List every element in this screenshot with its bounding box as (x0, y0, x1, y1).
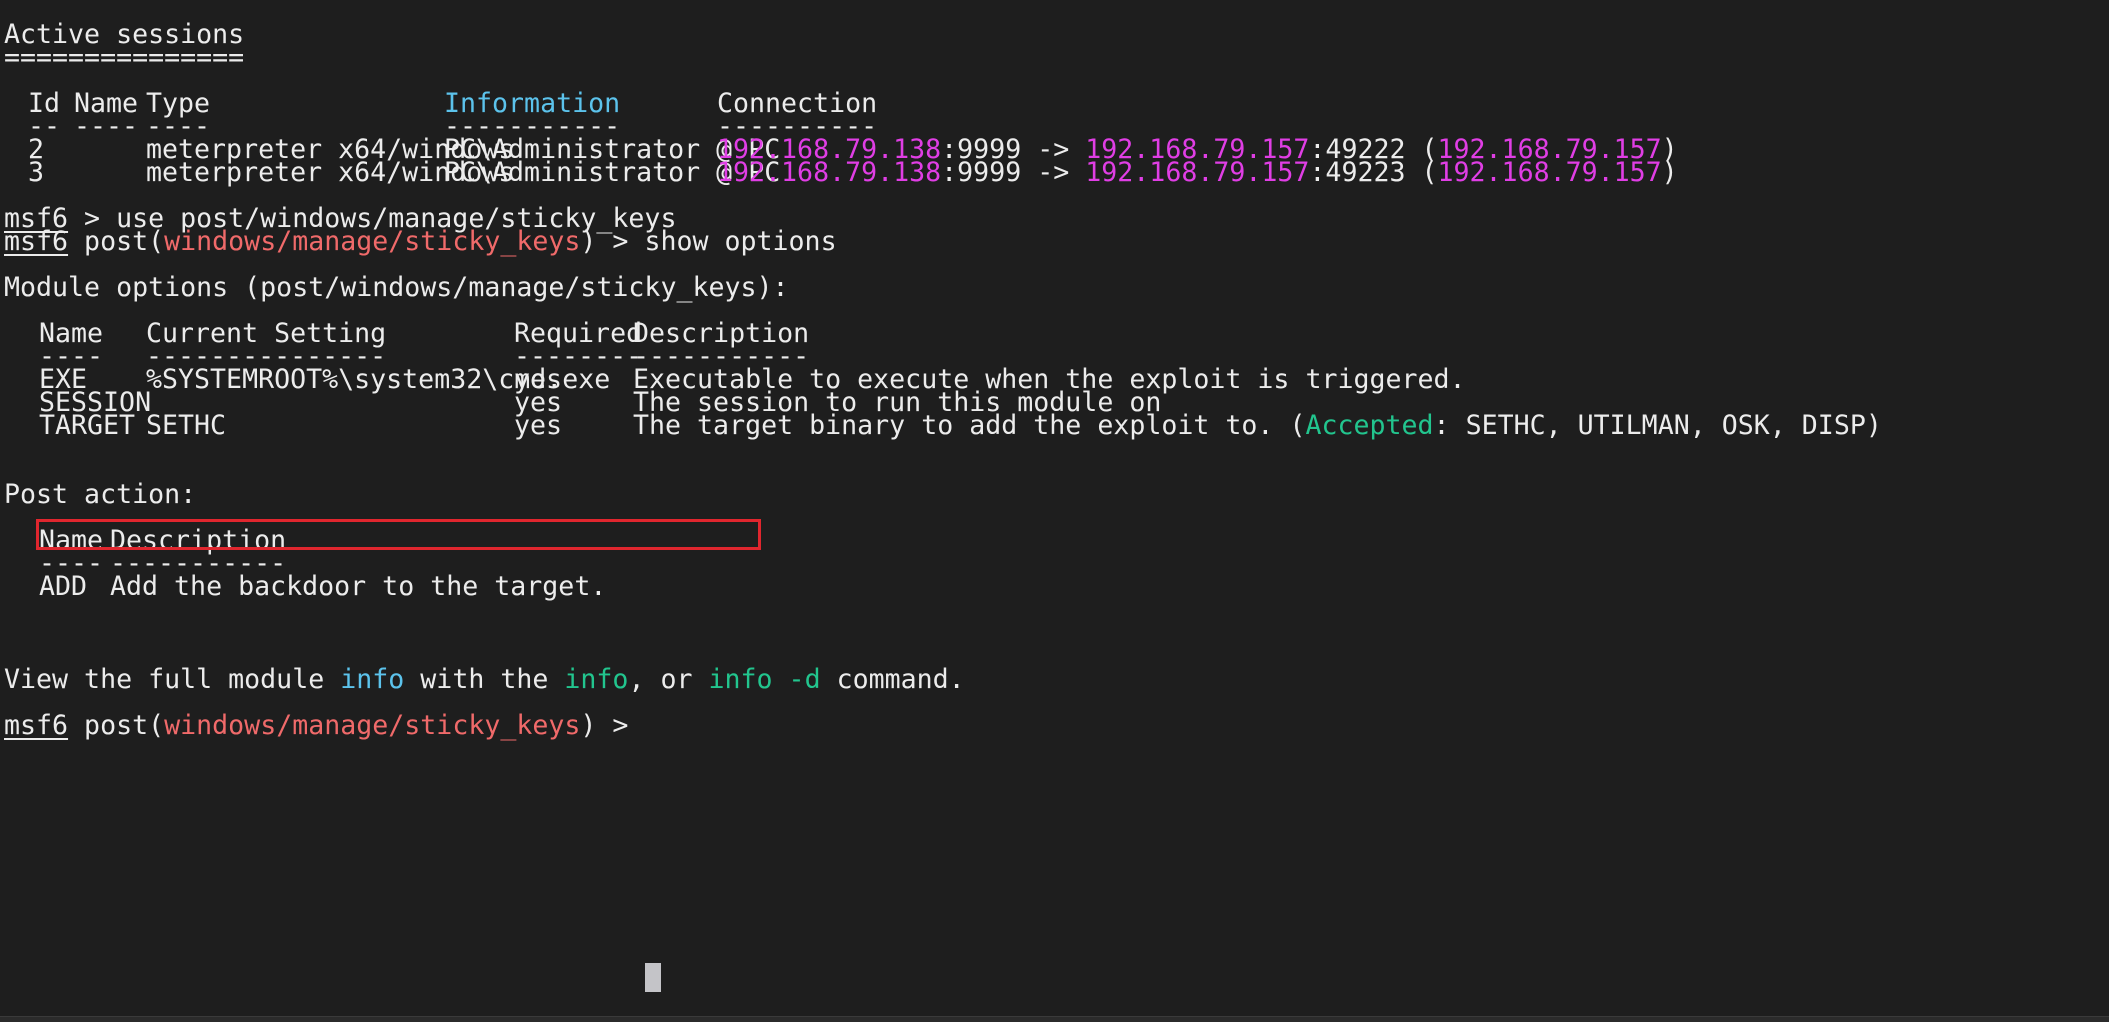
action-name: ADD (39, 571, 88, 602)
terminal-bottom-bar (0, 1016, 2109, 1022)
option-name: TARGET (39, 410, 136, 441)
session-id: 3 (28, 157, 45, 188)
post-open: post( (68, 710, 165, 741)
accepted-values: : SETHC, UTILMAN, OSK, DISP) (1433, 410, 1882, 441)
info-d-command: info -d (708, 664, 821, 695)
option-description: The target binary to add the exploit to.… (633, 411, 1882, 441)
option-setting: SETHC (146, 410, 227, 441)
session-connection: 192.168.79.138:9999 -> 192.168.79.157:49… (717, 158, 1678, 188)
command-text: show options (644, 226, 837, 257)
hint-text: command. (820, 664, 965, 695)
paren-close: ) (1661, 157, 1678, 188)
module-path: windows/manage/sticky_keys (164, 226, 581, 257)
remote-ip: 192.168.79.157 (1085, 157, 1310, 188)
info-keyword: info (340, 664, 405, 695)
info-command: info (564, 664, 629, 695)
post-close: ) > (580, 710, 645, 741)
post-action-row[interactable]: ADD Add the backdoor to the target. (4, 572, 2104, 602)
sessions-title-underline: =============== (4, 42, 245, 73)
local-ip: 192.168.79.138 (717, 157, 942, 188)
remote-port: :49223 ( (1309, 157, 1438, 188)
module-options-title: Module options (post/windows/manage/stic… (4, 272, 789, 303)
session-row[interactable]: 3 meterpreter x64/windows PC\Administrat… (4, 158, 2104, 188)
session-highlight-box (36, 519, 761, 550)
option-row-target[interactable]: TARGET SETHC yes The target binary to ad… (4, 411, 2104, 441)
hint-text: , or (628, 664, 709, 695)
prompt-label: msf6 (4, 710, 69, 741)
post-action-title: Post action: (4, 479, 197, 510)
description-text: The target binary to add the exploit to.… (633, 410, 1306, 441)
peer-ip: 192.168.79.157 (1437, 157, 1662, 188)
post-close: ) > (580, 226, 645, 257)
post-open: post( (68, 226, 165, 257)
module-info-hint: View the full module info with the info,… (4, 665, 965, 695)
current-prompt-line[interactable]: msf6 post(windows/manage/sticky_keys) > (4, 711, 644, 741)
hint-text: View the full module (4, 664, 341, 695)
prompt-label: msf6 (4, 226, 69, 257)
option-required: yes (514, 410, 563, 441)
terminal-output: Active sessions =============== Id Name … (4, 0, 2104, 1010)
local-port: :9999 -> (941, 157, 1086, 188)
action-description: Add the backdoor to the target. (110, 571, 607, 602)
module-path: windows/manage/sticky_keys (164, 710, 581, 741)
hint-text: with the (404, 664, 565, 695)
accepted-label: Accepted (1305, 410, 1434, 441)
terminal-cursor[interactable] (645, 963, 661, 992)
command-show-options-line: msf6 post(windows/manage/sticky_keys) > … (4, 227, 837, 257)
